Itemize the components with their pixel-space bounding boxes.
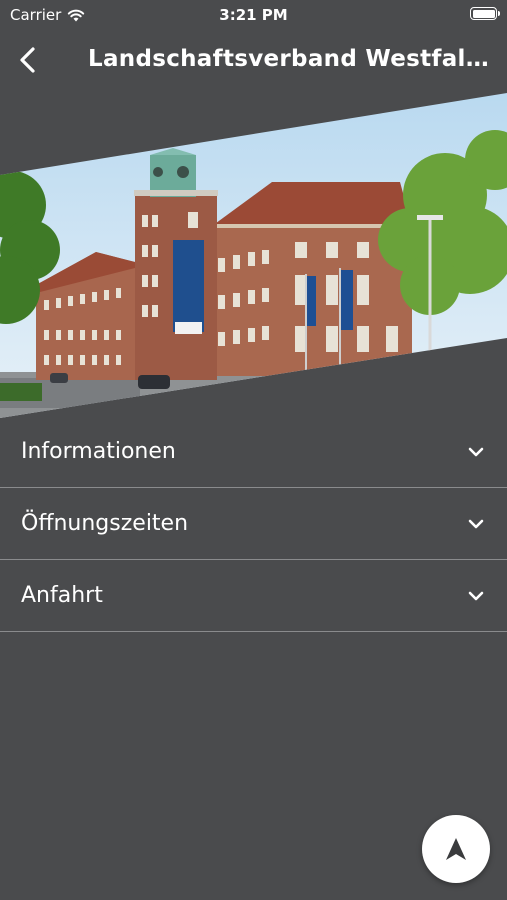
back-button[interactable] <box>16 46 40 74</box>
battery-icon <box>470 7 500 20</box>
hero-image <box>0 90 507 420</box>
navigation-bar: Landschaftsverband Westfalen-... <box>0 36 507 84</box>
section-informationen[interactable]: Informationen <box>0 416 507 488</box>
section-label: Öffnungszeiten <box>21 511 189 536</box>
section-anfahrt[interactable]: Anfahrt <box>0 560 507 632</box>
status-bar: Carrier 3:21 PM <box>0 0 507 28</box>
section-label: Informationen <box>21 439 176 464</box>
chevron-down-icon <box>468 447 484 456</box>
building-photo <box>0 93 507 418</box>
chevron-down-icon <box>468 519 484 528</box>
status-time: 3:21 PM <box>219 6 288 24</box>
navigate-button[interactable] <box>422 815 490 883</box>
section-list: Informationen Öffnungszeiten Anfahrt <box>0 416 507 632</box>
chevron-down-icon <box>468 591 484 600</box>
page-title: Landschaftsverband Westfalen-... <box>88 46 491 72</box>
section-label: Anfahrt <box>21 583 103 608</box>
navigation-arrow-icon <box>446 838 466 860</box>
section-oeffnungszeiten[interactable]: Öffnungszeiten <box>0 488 507 560</box>
